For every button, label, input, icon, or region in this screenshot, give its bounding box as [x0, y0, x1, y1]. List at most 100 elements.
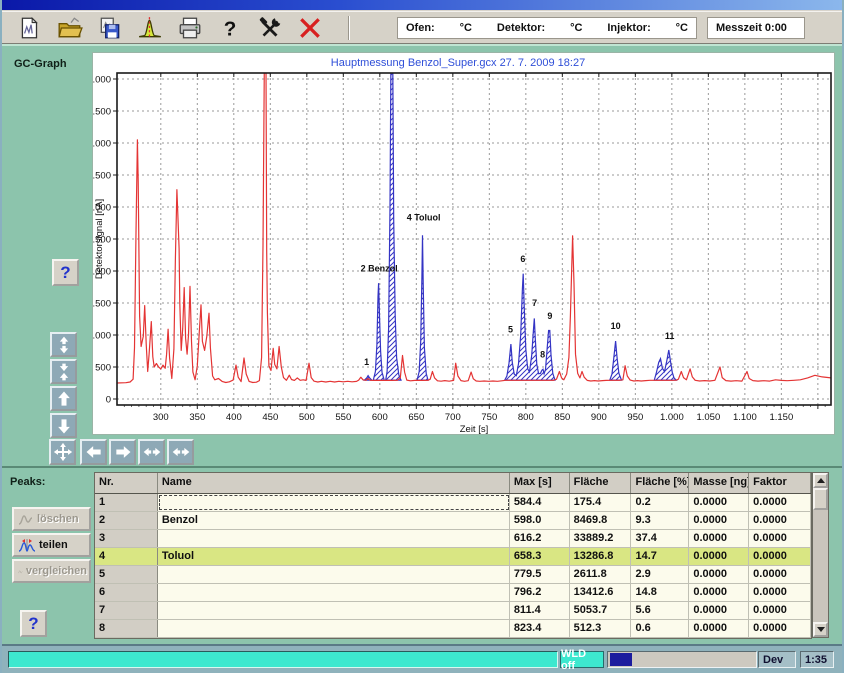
- peak-value-cell[interactable]: 2611.8: [570, 566, 632, 583]
- split-peak-button[interactable]: teilen: [12, 533, 91, 557]
- table-row[interactable]: 3616.233889.237.40.00000.0000: [95, 530, 811, 548]
- row-number-cell[interactable]: 7: [95, 602, 158, 619]
- peak-value-cell[interactable]: 0.0000: [749, 512, 811, 529]
- row-number-cell[interactable]: 3: [95, 530, 158, 547]
- peak-name-cell[interactable]: [158, 494, 510, 511]
- peak-value-cell[interactable]: 0.0000: [749, 530, 811, 547]
- close-abort-button[interactable]: [294, 14, 326, 42]
- zoom-expand-vertical-button[interactable]: [50, 332, 77, 357]
- scroll-down-button[interactable]: [813, 622, 828, 637]
- table-row[interactable]: 4Toluol658.313286.814.70.00000.0000: [95, 548, 811, 566]
- window-titlebar[interactable]: [2, 0, 844, 11]
- peak-value-cell[interactable]: 0.2: [631, 494, 689, 511]
- peak-value-cell[interactable]: 0.0000: [689, 620, 749, 637]
- table-row[interactable]: 5779.52611.82.90.00000.0000: [95, 566, 811, 584]
- peak-name-cell[interactable]: [158, 584, 510, 601]
- table-row[interactable]: 6796.213412.614.80.00000.0000: [95, 584, 811, 602]
- peak-value-cell[interactable]: 8469.8: [570, 512, 632, 529]
- peak-value-cell[interactable]: 0.0000: [689, 548, 749, 565]
- pan-down-button[interactable]: [50, 413, 77, 438]
- table-row[interactable]: 1584.4175.40.20.00000.0000: [95, 494, 811, 512]
- peak-value-cell[interactable]: 658.3: [510, 548, 570, 565]
- zoom-compress-vertical-button[interactable]: [50, 359, 77, 384]
- column-header[interactable]: Name: [158, 473, 510, 493]
- peak-value-cell[interactable]: 0.0000: [749, 548, 811, 565]
- peak-value-cell[interactable]: 779.5: [510, 566, 570, 583]
- peak-name-cell[interactable]: [158, 602, 510, 619]
- peak-value-cell[interactable]: 9.3: [631, 512, 689, 529]
- copy-save-button[interactable]: [94, 14, 126, 42]
- peak-value-cell[interactable]: 0.0000: [689, 602, 749, 619]
- peak-value-cell[interactable]: 584.4: [510, 494, 570, 511]
- row-number-cell[interactable]: 5: [95, 566, 158, 583]
- peak-value-cell[interactable]: 823.4: [510, 620, 570, 637]
- zoom-expand-horizontal-button[interactable]: [167, 439, 194, 465]
- peak-value-cell[interactable]: 5053.7: [570, 602, 632, 619]
- pan-right-button[interactable]: [109, 439, 136, 465]
- peak-value-cell[interactable]: 13412.6: [570, 584, 632, 601]
- graph-help-button[interactable]: ?: [52, 259, 79, 286]
- peak-value-cell[interactable]: 175.4: [570, 494, 632, 511]
- peak-value-cell[interactable]: 0.6: [631, 620, 689, 637]
- column-header[interactable]: Faktor: [749, 473, 811, 493]
- column-header[interactable]: Fläche: [570, 473, 632, 493]
- peak-value-cell[interactable]: 0.0000: [689, 530, 749, 547]
- peak-value-cell[interactable]: 0.0000: [749, 602, 811, 619]
- peak-name-cell[interactable]: [158, 620, 510, 637]
- peak-name-cell[interactable]: Benzol: [158, 512, 510, 529]
- open-file-button[interactable]: [54, 14, 86, 42]
- row-number-cell[interactable]: 4: [95, 548, 158, 565]
- peak-value-cell[interactable]: 0.0000: [749, 620, 811, 637]
- peak-value-cell[interactable]: 14.8: [631, 584, 689, 601]
- chromatogram-plot[interactable]: 3003504004505005506006507007508008509009…: [93, 53, 834, 434]
- peak-name-cell[interactable]: Toluol: [158, 548, 510, 565]
- peak-value-cell[interactable]: 33889.2: [570, 530, 632, 547]
- peak-value-cell[interactable]: 0.0000: [689, 566, 749, 583]
- column-header[interactable]: Nr.: [95, 473, 158, 493]
- peak-value-cell[interactable]: 37.4: [631, 530, 689, 547]
- print-button[interactable]: [174, 14, 206, 42]
- peak-value-cell[interactable]: 0.0000: [749, 566, 811, 583]
- pan-up-button[interactable]: [50, 386, 77, 411]
- show-chromatogram-button[interactable]: [134, 14, 166, 42]
- peak-name-cell[interactable]: [158, 530, 510, 547]
- table-row[interactable]: 8823.4512.30.60.00000.0000: [95, 620, 811, 638]
- peak-value-cell[interactable]: 0.0000: [689, 584, 749, 601]
- row-number-cell[interactable]: 1: [95, 494, 158, 511]
- table-row[interactable]: 2Benzol598.08469.89.30.00000.0000: [95, 512, 811, 530]
- peak-value-cell[interactable]: 512.3: [570, 620, 632, 637]
- peak-value-cell[interactable]: 5.6: [631, 602, 689, 619]
- peak-label: 2 Benzol: [361, 264, 398, 274]
- peaks-help-button[interactable]: ?: [20, 610, 47, 637]
- pan-move-button[interactable]: [49, 439, 76, 465]
- scrollbar-thumb[interactable]: [813, 488, 828, 510]
- peak-value-cell[interactable]: 616.2: [510, 530, 570, 547]
- peak-name-cell[interactable]: [158, 566, 510, 583]
- delete-peak-button[interactable]: löschen: [12, 507, 91, 531]
- column-header[interactable]: Max [s]: [510, 473, 570, 493]
- peak-value-cell[interactable]: 598.0: [510, 512, 570, 529]
- column-header[interactable]: Masse [ng]: [689, 473, 749, 493]
- table-row[interactable]: 7811.45053.75.60.00000.0000: [95, 602, 811, 620]
- peak-value-cell[interactable]: 811.4: [510, 602, 570, 619]
- row-number-cell[interactable]: 6: [95, 584, 158, 601]
- peak-value-cell[interactable]: 14.7: [631, 548, 689, 565]
- row-number-cell[interactable]: 8: [95, 620, 158, 637]
- column-header[interactable]: Fläche [%]: [631, 473, 689, 493]
- peak-value-cell[interactable]: 2.9: [631, 566, 689, 583]
- settings-tools-button[interactable]: [254, 14, 286, 42]
- peaks-table-scrollbar[interactable]: [812, 472, 829, 638]
- peak-value-cell[interactable]: 0.0000: [749, 494, 811, 511]
- row-number-cell[interactable]: 2: [95, 512, 158, 529]
- compare-peaks-button[interactable]: vergleichen: [12, 559, 91, 583]
- peak-value-cell[interactable]: 13286.8: [570, 548, 632, 565]
- zoom-compress-horizontal-button[interactable]: [138, 439, 165, 465]
- peak-value-cell[interactable]: 0.0000: [689, 494, 749, 511]
- pan-left-button[interactable]: [80, 439, 107, 465]
- help-button[interactable]: ?: [214, 14, 246, 42]
- peak-value-cell[interactable]: 0.0000: [689, 512, 749, 529]
- peak-value-cell[interactable]: 796.2: [510, 584, 570, 601]
- scroll-up-button[interactable]: [813, 473, 828, 488]
- new-file-button[interactable]: [14, 14, 46, 42]
- peak-value-cell[interactable]: 0.0000: [749, 584, 811, 601]
